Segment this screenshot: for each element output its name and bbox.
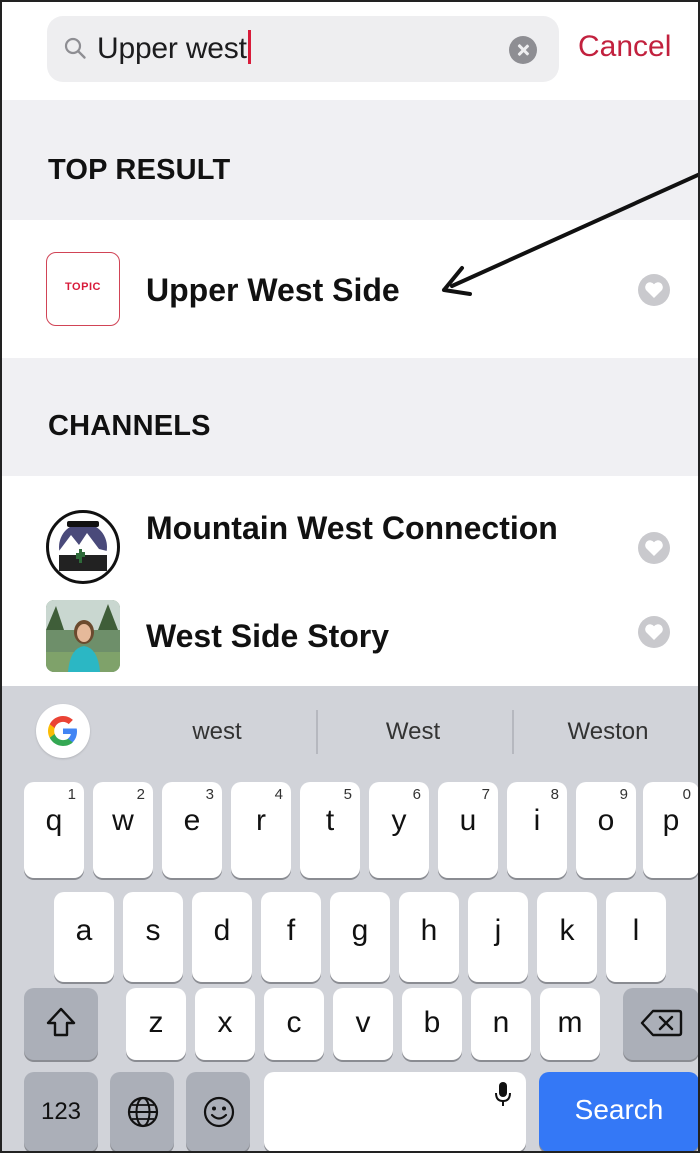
backspace-icon bbox=[639, 1008, 683, 1046]
smiley-icon bbox=[202, 1095, 236, 1137]
key-v[interactable]: v bbox=[333, 988, 393, 1060]
key-l[interactable]: l bbox=[606, 892, 666, 982]
text-caret bbox=[247, 30, 251, 64]
heart-icon[interactable] bbox=[638, 532, 670, 564]
keyboard: west West Weston 1q 2w 3e 4r 5t 6y 7u 8i… bbox=[2, 686, 698, 1151]
key-t[interactable]: 5t bbox=[300, 782, 360, 878]
key-p[interactable]: 0p bbox=[643, 782, 698, 878]
key-g[interactable]: g bbox=[330, 892, 390, 982]
globe-key[interactable] bbox=[110, 1072, 174, 1151]
suggestion-item[interactable]: West bbox=[318, 718, 508, 746]
numbers-key[interactable]: 123 bbox=[24, 1072, 98, 1151]
key-e[interactable]: 3e bbox=[162, 782, 222, 878]
search-icon bbox=[63, 36, 87, 65]
search-key[interactable]: Search bbox=[539, 1072, 698, 1151]
search-query-text: Upper west bbox=[97, 30, 251, 66]
key-n[interactable]: n bbox=[471, 988, 531, 1060]
key-j[interactable]: j bbox=[468, 892, 528, 982]
key-i[interactable]: 8i bbox=[507, 782, 567, 878]
key-o[interactable]: 9o bbox=[576, 782, 636, 878]
key-m[interactable]: m bbox=[540, 988, 600, 1060]
suggestion-item[interactable]: west bbox=[122, 718, 312, 746]
suggestion-item[interactable]: Weston bbox=[514, 718, 698, 746]
section-title: CHANNELS bbox=[48, 410, 211, 442]
key-y[interactable]: 6y bbox=[369, 782, 429, 878]
key-a[interactable]: a bbox=[54, 892, 114, 982]
space-key[interactable] bbox=[264, 1072, 526, 1151]
key-q[interactable]: 1q bbox=[24, 782, 84, 878]
key-c[interactable]: c bbox=[264, 988, 324, 1060]
suggestion-bar: west West Weston bbox=[2, 686, 698, 774]
key-u[interactable]: 7u bbox=[438, 782, 498, 878]
heart-icon[interactable] bbox=[638, 616, 670, 648]
key-r[interactable]: 4r bbox=[231, 782, 291, 878]
search-row: Upper west Cancel bbox=[2, 2, 698, 100]
clear-icon[interactable] bbox=[509, 36, 537, 64]
key-k[interactable]: k bbox=[537, 892, 597, 982]
key-z[interactable]: z bbox=[126, 988, 186, 1060]
app-frame: Upper west Cancel TOP RESULT TOPIC Upper… bbox=[0, 0, 700, 1153]
cancel-button[interactable]: Cancel bbox=[578, 30, 671, 64]
channel-photo-avatar bbox=[46, 600, 120, 672]
channel-logo-avatar bbox=[46, 510, 120, 584]
key-h[interactable]: h bbox=[399, 892, 459, 982]
channel-title[interactable]: West Side Story bbox=[146, 616, 389, 656]
top-result-title[interactable]: Upper West Side bbox=[146, 270, 400, 310]
shift-key[interactable] bbox=[24, 988, 98, 1060]
key-b[interactable]: b bbox=[402, 988, 462, 1060]
channels-header: CHANNELS bbox=[2, 358, 698, 476]
key-s[interactable]: s bbox=[123, 892, 183, 982]
delete-key[interactable] bbox=[623, 988, 698, 1060]
channel-title[interactable]: Mountain West Connection bbox=[146, 508, 566, 548]
key-w[interactable]: 2w bbox=[93, 782, 153, 878]
section-title: TOP RESULT bbox=[48, 154, 231, 186]
google-icon[interactable] bbox=[36, 704, 90, 758]
key-d[interactable]: d bbox=[192, 892, 252, 982]
topic-badge-label: TOPIC bbox=[65, 281, 101, 293]
key-x[interactable]: x bbox=[195, 988, 255, 1060]
emoji-key[interactable] bbox=[186, 1072, 250, 1151]
topic-badge: TOPIC bbox=[46, 252, 120, 326]
search-input[interactable]: Upper west bbox=[47, 16, 559, 82]
globe-icon bbox=[126, 1095, 160, 1137]
shift-icon bbox=[46, 1006, 76, 1046]
annotation-arrow bbox=[442, 172, 698, 296]
key-f[interactable]: f bbox=[261, 892, 321, 982]
microphone-icon bbox=[494, 1080, 512, 1116]
